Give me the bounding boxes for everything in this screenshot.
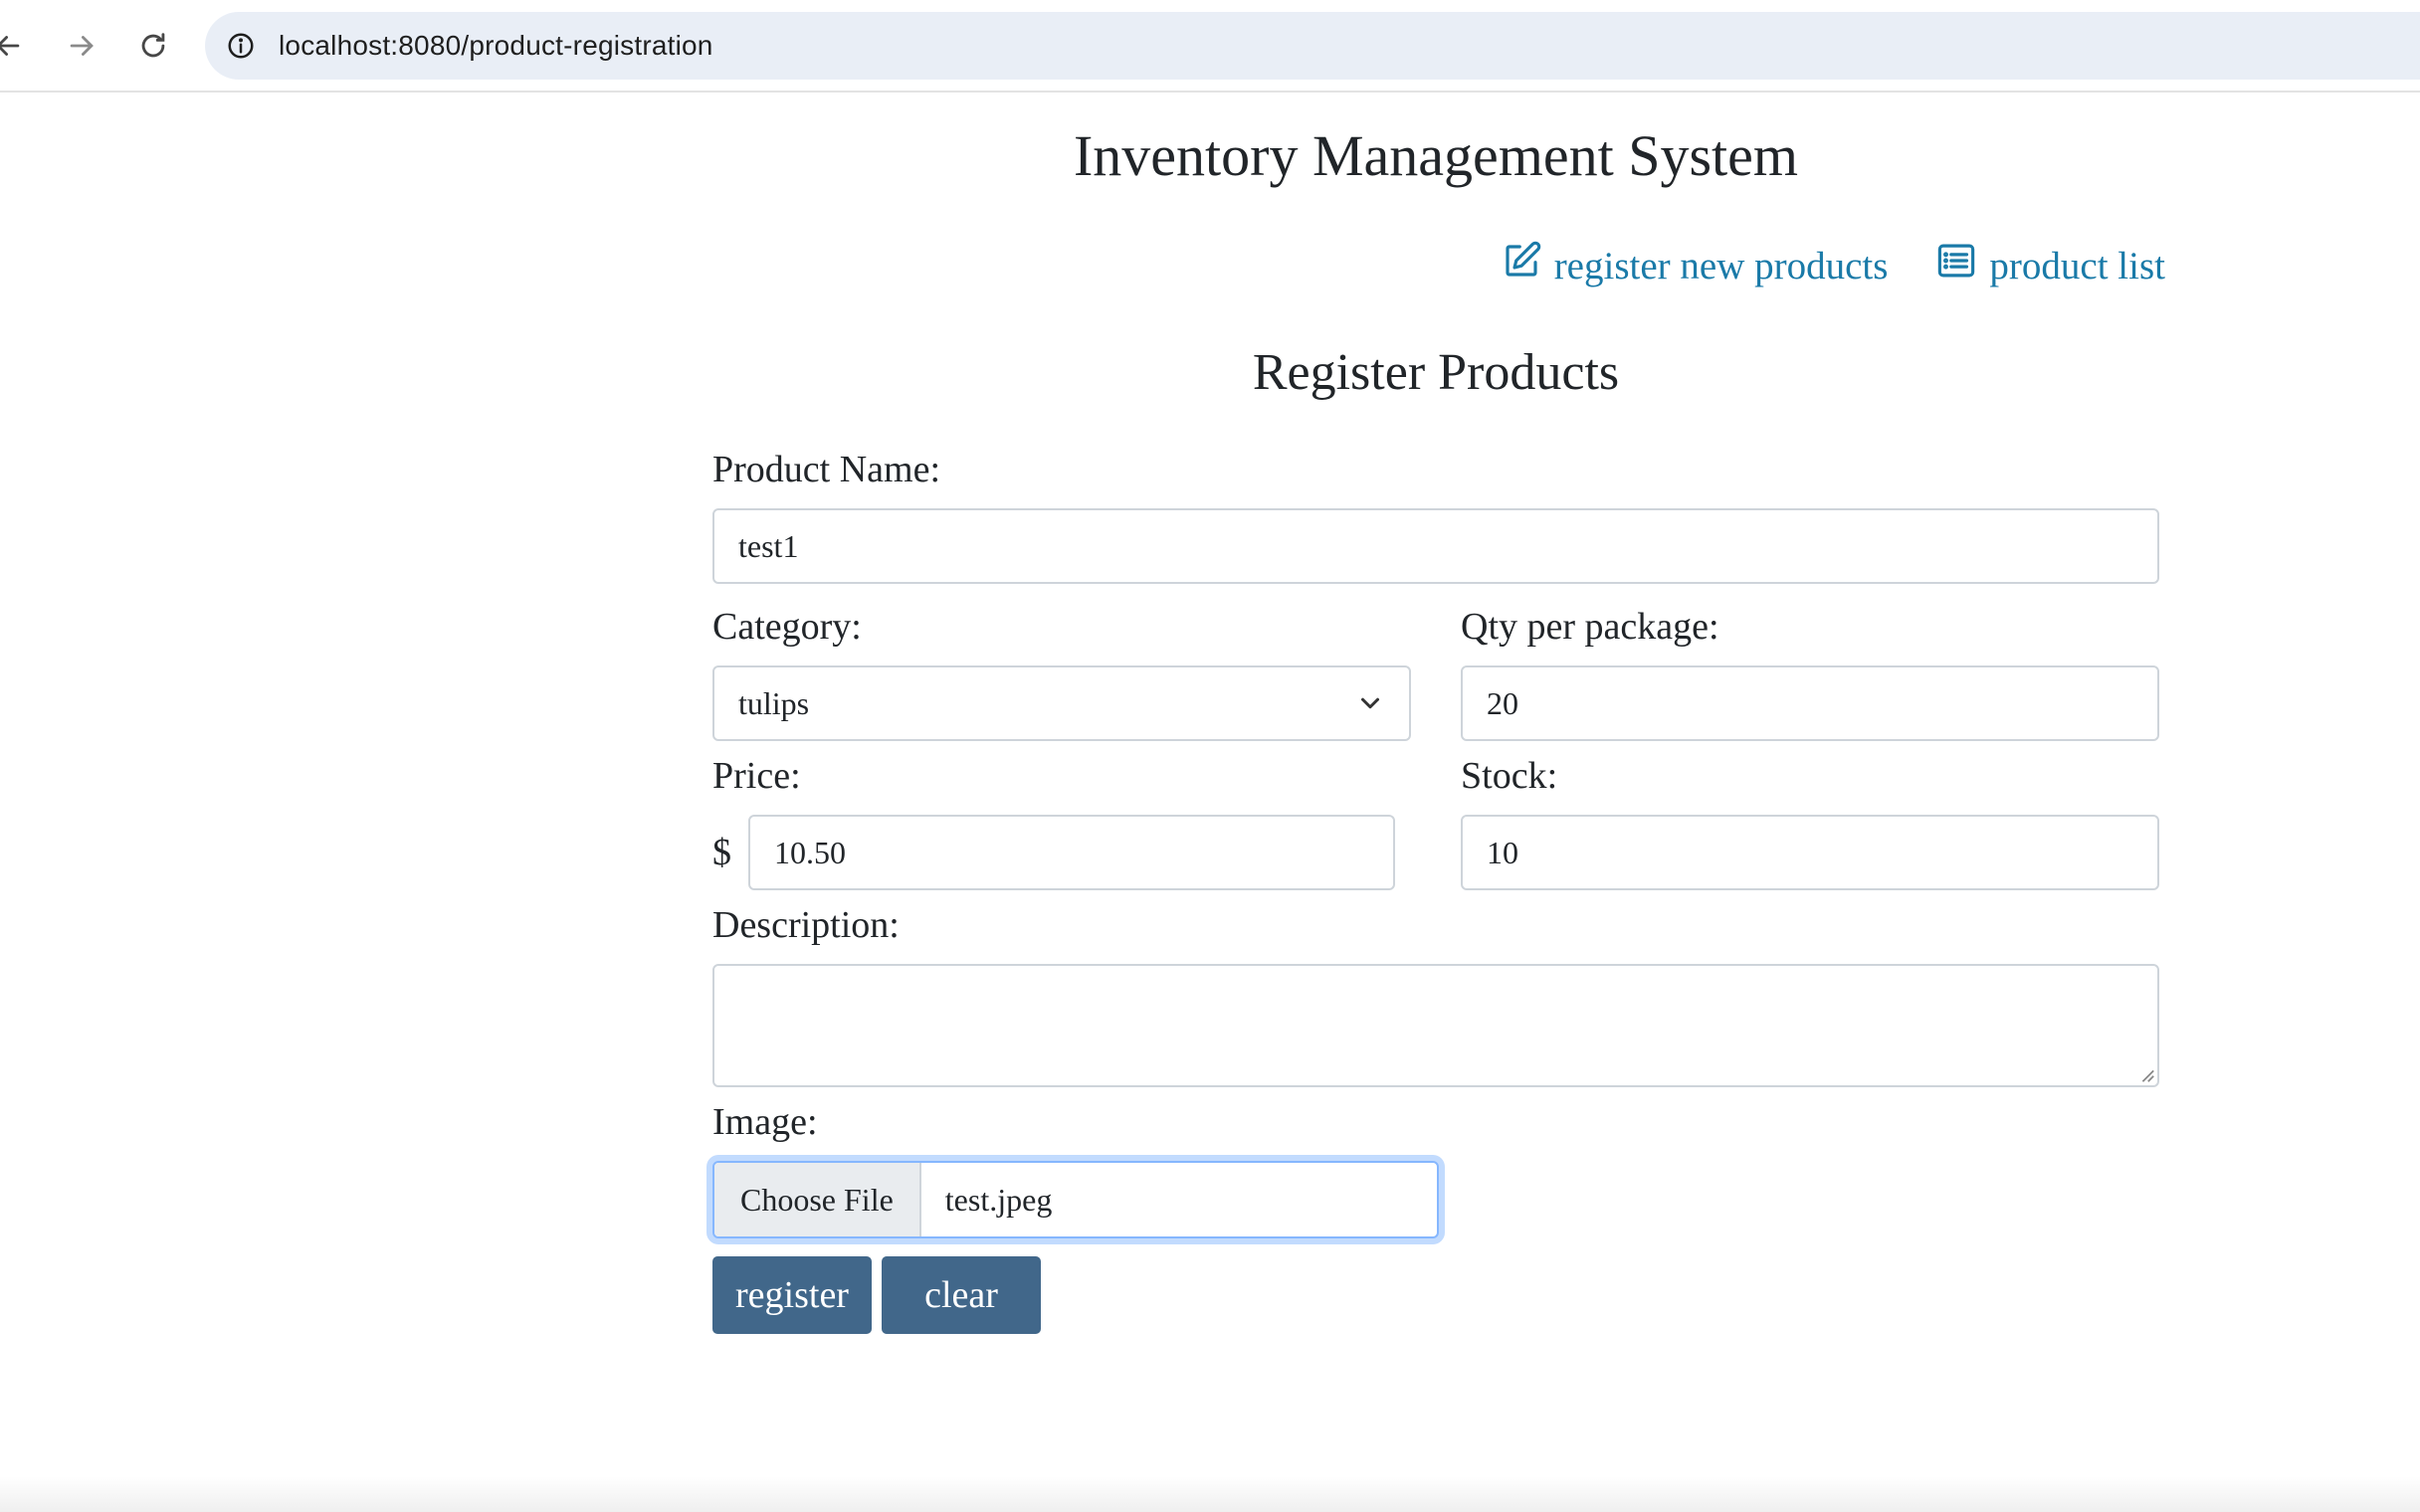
info-icon[interactable] — [225, 30, 257, 62]
product-name-input[interactable]: test1 — [712, 508, 2159, 584]
image-file-input[interactable]: Choose File test.jpeg — [712, 1161, 1439, 1238]
register-new-products-label: register new products — [1553, 244, 1889, 287]
form-actions: register clear — [712, 1256, 2159, 1334]
qty-group: Qty per package: 20 — [1461, 608, 2159, 741]
page-bottom-shade — [0, 1476, 2420, 1512]
section-title: Register Products — [1252, 344, 1620, 401]
product-name-label: Product Name: — [712, 449, 941, 490]
description-label: Description: — [712, 904, 900, 946]
price-field-wrapper: $ 10.50 — [712, 815, 1395, 890]
image-group: Image: Choose File test.jpeg — [712, 1103, 2159, 1238]
qty-input[interactable]: 20 — [1461, 665, 2159, 741]
edit-icon — [1501, 240, 1542, 291]
description-textarea[interactable] — [712, 964, 2159, 1087]
qty-label: Qty per package: — [1461, 606, 1719, 648]
price-group: Price: $ 10.50 — [712, 757, 1395, 890]
product-list-link[interactable]: product list — [1935, 240, 2165, 291]
url-text: localhost:8080/product-registration — [279, 30, 713, 61]
image-label: Image: — [712, 1101, 818, 1143]
app-title: Inventory Management System — [1073, 123, 1799, 188]
currency-symbol: $ — [712, 832, 731, 873]
product-name-group: Product Name: test1 — [712, 451, 2159, 584]
category-group: Category: tulips — [712, 608, 1411, 741]
resize-handle-icon[interactable] — [2137, 1065, 2155, 1083]
address-bar[interactable]: localhost:8080/product-registration — [205, 12, 2420, 80]
category-selected-value: tulips — [738, 684, 810, 721]
forward-arrow-icon[interactable] — [58, 22, 105, 70]
browser-toolbar: localhost:8080/product-registration — [0, 0, 2420, 93]
category-label: Category: — [712, 606, 862, 648]
selected-file-name: test.jpeg — [944, 1181, 1053, 1218]
back-arrow-icon[interactable] — [0, 22, 32, 70]
price-input[interactable]: 10.50 — [748, 815, 1395, 890]
page-content: Inventory Management System register new… — [0, 93, 2420, 1512]
clear-button[interactable]: clear — [882, 1256, 1041, 1334]
reload-icon[interactable] — [129, 22, 177, 70]
register-button[interactable]: register — [712, 1256, 872, 1334]
stock-input[interactable]: 10 — [1461, 815, 2159, 890]
category-select[interactable]: tulips — [712, 665, 1411, 741]
choose-file-button[interactable]: Choose File — [714, 1163, 921, 1236]
product-list-label: product list — [1989, 244, 2165, 287]
list-icon — [1935, 240, 1977, 291]
chevron-down-icon — [1361, 697, 1379, 709]
stock-label: Stock: — [1461, 755, 1558, 797]
top-navigation: register new products product list — [1501, 240, 2165, 291]
register-new-products-link[interactable]: register new products — [1501, 240, 1889, 291]
price-label: Price: — [712, 755, 801, 797]
description-group: Description: — [712, 906, 2159, 1087]
stock-group: Stock: 10 — [1461, 757, 2159, 890]
